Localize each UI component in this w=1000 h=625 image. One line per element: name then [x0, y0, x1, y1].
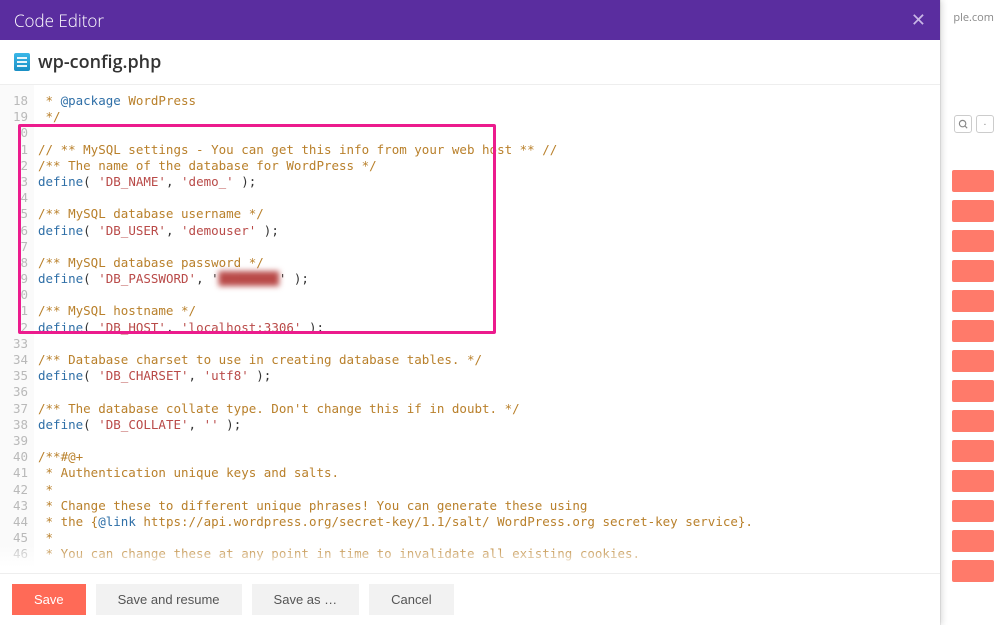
line-number: 9: [0, 271, 28, 287]
line-number: 36: [0, 384, 28, 400]
line-number: 43: [0, 498, 28, 514]
code-line[interactable]: define( 'DB_COLLATE', '' );: [38, 417, 940, 433]
bg-action-badge[interactable]: [952, 320, 994, 342]
code-line[interactable]: * @package WordPress: [38, 93, 940, 109]
line-number: 6: [0, 223, 28, 239]
code-line[interactable]: // ** MySQL settings - You can get this …: [38, 142, 940, 158]
code-line[interactable]: define( 'DB_NAME', 'demo_' );: [38, 174, 940, 190]
bg-action-badge[interactable]: [952, 500, 994, 522]
line-number: 5: [0, 206, 28, 222]
bg-action-badge[interactable]: [952, 290, 994, 312]
code-line[interactable]: define( 'DB_USER', 'demouser' );: [38, 223, 940, 239]
footer-toolbar: Save Save and resume Save as … Cancel: [0, 573, 940, 625]
code-line[interactable]: * the {@link https://api.wordpress.org/s…: [38, 514, 940, 530]
code-line[interactable]: /** The database collate type. Don't cha…: [38, 401, 940, 417]
code-line[interactable]: [38, 239, 940, 255]
code-line[interactable]: [38, 125, 940, 141]
line-number: 1: [0, 142, 28, 158]
file-name: wp-config.php: [38, 50, 161, 74]
bg-action-badge[interactable]: [952, 170, 994, 192]
code-line[interactable]: /** The name of the database for WordPre…: [38, 158, 940, 174]
bg-action-badge[interactable]: [952, 200, 994, 222]
code-line[interactable]: [38, 287, 940, 303]
line-number: 41: [0, 465, 28, 481]
line-number: 35: [0, 368, 28, 384]
line-number: 8: [0, 255, 28, 271]
code-line[interactable]: /** MySQL database username */: [38, 206, 940, 222]
background-panel: ple.com ·: [940, 0, 1000, 625]
modal-header: Code Editor ✕: [0, 0, 940, 40]
editor-area[interactable]: 1819012345678901233343536373839404142434…: [0, 85, 940, 573]
cancel-button[interactable]: Cancel: [369, 584, 453, 615]
code-line[interactable]: /** MySQL database password */: [38, 255, 940, 271]
line-number: 39: [0, 433, 28, 449]
bg-action-badge[interactable]: [952, 230, 994, 252]
file-bar: wp-config.php: [0, 40, 940, 85]
bg-action-badge[interactable]: [952, 410, 994, 432]
line-number: 46: [0, 546, 28, 562]
line-number: 37: [0, 401, 28, 417]
code-line[interactable]: [38, 384, 940, 400]
code-line[interactable]: *: [38, 482, 940, 498]
modal-title: Code Editor: [14, 9, 104, 32]
code-line[interactable]: * Authentication unique keys and salts.: [38, 465, 940, 481]
line-number: 3: [0, 174, 28, 190]
code-line[interactable]: [38, 190, 940, 206]
bg-action-badge[interactable]: [952, 470, 994, 492]
line-number: 40: [0, 449, 28, 465]
code-line[interactable]: /** Database charset to use in creating …: [38, 352, 940, 368]
line-number: 19: [0, 109, 28, 125]
line-number: 4: [0, 190, 28, 206]
bg-action-badge[interactable]: [952, 260, 994, 282]
code-line[interactable]: */: [38, 109, 940, 125]
line-number: 34: [0, 352, 28, 368]
code-line[interactable]: define( 'DB_HOST', 'localhost:3306' );: [38, 320, 940, 336]
line-number: 44: [0, 514, 28, 530]
code-editor-modal: Code Editor ✕ wp-config.php 181901234567…: [0, 0, 940, 625]
line-number: 33: [0, 336, 28, 352]
save-as-button[interactable]: Save as …: [252, 584, 360, 615]
line-number: 0: [0, 287, 28, 303]
code-line[interactable]: [38, 433, 940, 449]
code-content[interactable]: * @package WordPress */ // ** MySQL sett…: [38, 85, 940, 573]
line-number: 18: [0, 93, 28, 109]
line-number: 42: [0, 482, 28, 498]
line-number: 38: [0, 417, 28, 433]
save-and-resume-button[interactable]: Save and resume: [96, 584, 242, 615]
code-line[interactable]: /** MySQL hostname */: [38, 303, 940, 319]
line-number: 45: [0, 530, 28, 546]
bg-action-badge[interactable]: [952, 350, 994, 372]
code-line[interactable]: define( 'DB_CHARSET', 'utf8' );: [38, 368, 940, 384]
search-icon[interactable]: [954, 115, 972, 133]
code-line[interactable]: *: [38, 530, 940, 546]
code-line[interactable]: define( 'DB_PASSWORD', '████████' );: [38, 271, 940, 287]
line-number: 7: [0, 239, 28, 255]
code-line[interactable]: [38, 336, 940, 352]
bg-action-badge[interactable]: [952, 530, 994, 552]
url-fragment: ple.com: [953, 10, 994, 25]
file-icon: [14, 53, 30, 71]
close-icon[interactable]: ✕: [911, 8, 926, 32]
bg-action-badge[interactable]: [952, 440, 994, 462]
dropdown-caret-icon[interactable]: ·: [976, 115, 994, 133]
line-number: 2: [0, 158, 28, 174]
code-line[interactable]: /**#@+: [38, 449, 940, 465]
code-line[interactable]: * You can change these at any point in t…: [38, 546, 940, 562]
line-number: 0: [0, 125, 28, 141]
line-number: 2: [0, 320, 28, 336]
line-number-gutter: 1819012345678901233343536373839404142434…: [0, 85, 34, 573]
bg-action-badge[interactable]: [952, 380, 994, 402]
save-button[interactable]: Save: [12, 584, 86, 615]
bg-action-badge[interactable]: [952, 560, 994, 582]
line-number: 1: [0, 303, 28, 319]
code-line[interactable]: * Change these to different unique phras…: [38, 498, 940, 514]
